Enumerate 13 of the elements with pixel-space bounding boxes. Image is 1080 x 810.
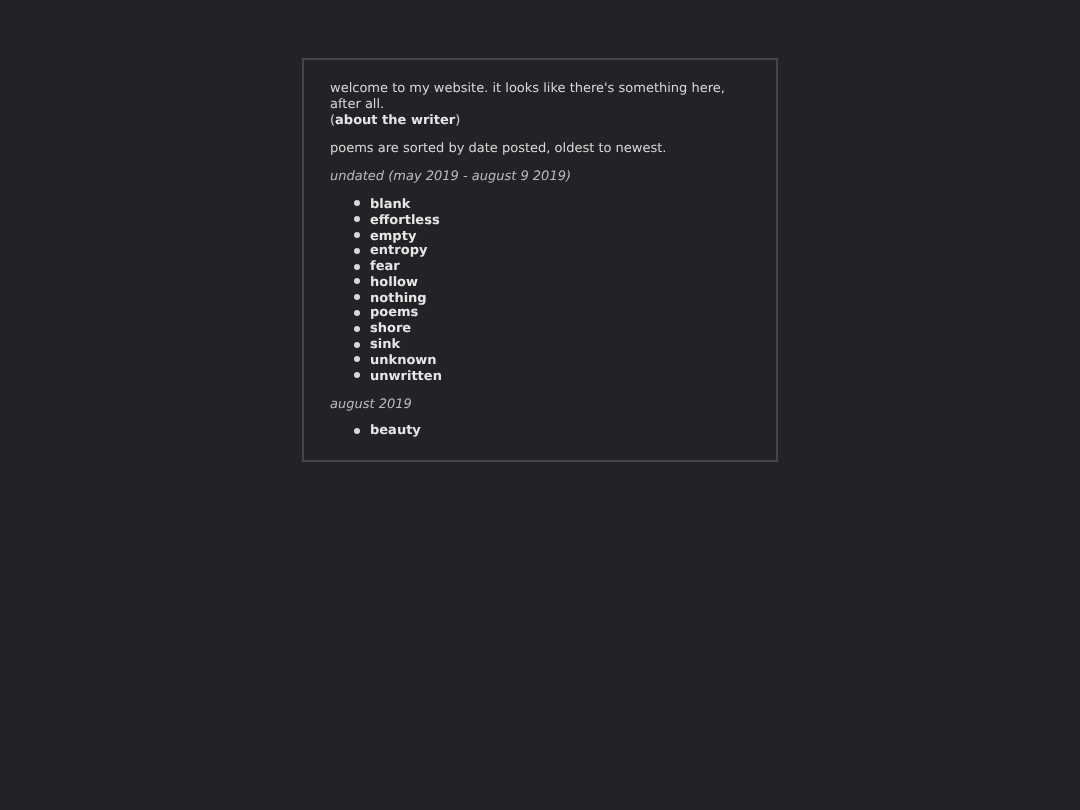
bullet-icon [354, 325, 360, 332]
bullet-icon [354, 372, 360, 379]
bullet-icon [354, 294, 360, 301]
bullet-icon [354, 216, 360, 223]
bullet-icon [354, 247, 360, 254]
bullet-icon [354, 356, 360, 363]
bullet-icon [354, 427, 360, 434]
bullet-icon [354, 231, 360, 238]
bullet-icon [354, 278, 360, 285]
bullet-icon [354, 309, 360, 316]
bullet-icon [354, 341, 360, 348]
bullet-icon [354, 200, 360, 207]
bullet-icon [354, 263, 360, 270]
